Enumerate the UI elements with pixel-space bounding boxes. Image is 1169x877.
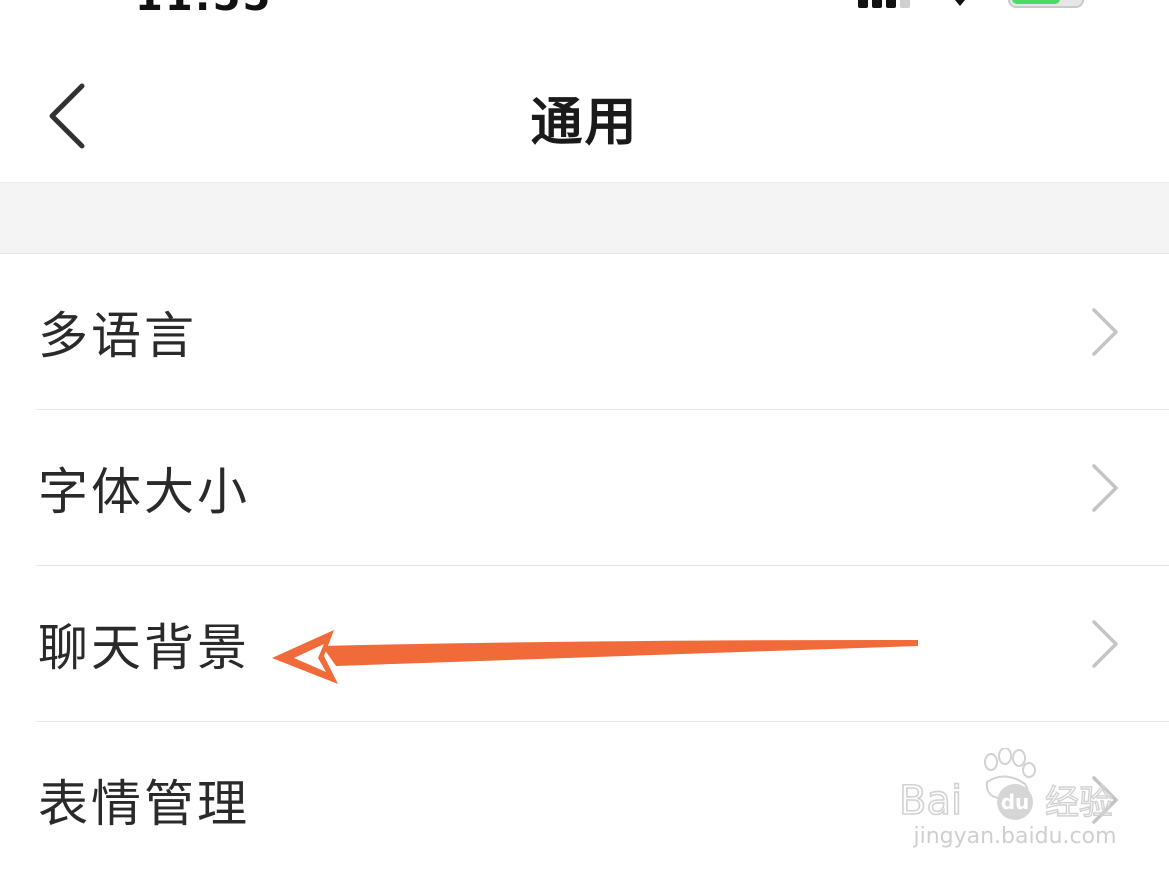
settings-list: 多语言 字体大小 聊天背景 表情管理 xyxy=(0,254,1169,877)
battery-level xyxy=(1012,0,1060,4)
section-spacer xyxy=(0,182,1169,254)
settings-item-sticker-management[interactable]: 表情管理 xyxy=(0,722,1169,877)
settings-item-font-size[interactable]: 字体大小 xyxy=(0,410,1169,566)
chevron-right-icon xyxy=(1092,464,1118,512)
battery-icon xyxy=(1008,0,1084,8)
settings-item-label: 字体大小 xyxy=(38,463,250,521)
status-bar: 11:55 xyxy=(0,0,1169,20)
cellular-signal-icon xyxy=(858,0,918,8)
chevron-right-icon xyxy=(1092,776,1118,824)
chevron-right-icon xyxy=(1092,308,1118,356)
nav-bar: 通用 xyxy=(0,40,1169,182)
page-title: 通用 xyxy=(530,93,639,153)
settings-item-label: 表情管理 xyxy=(38,775,250,833)
wifi-icon xyxy=(955,0,965,6)
settings-item-language[interactable]: 多语言 xyxy=(0,254,1169,410)
settings-item-label: 聊天背景 xyxy=(38,619,250,677)
settings-item-chat-background[interactable]: 聊天背景 xyxy=(0,566,1169,722)
settings-general-screen: 11:55 通用 多语言 xyxy=(0,0,1169,877)
chevron-right-icon xyxy=(1092,620,1118,668)
status-time: 11:55 xyxy=(135,0,272,20)
settings-item-label: 多语言 xyxy=(38,307,197,365)
